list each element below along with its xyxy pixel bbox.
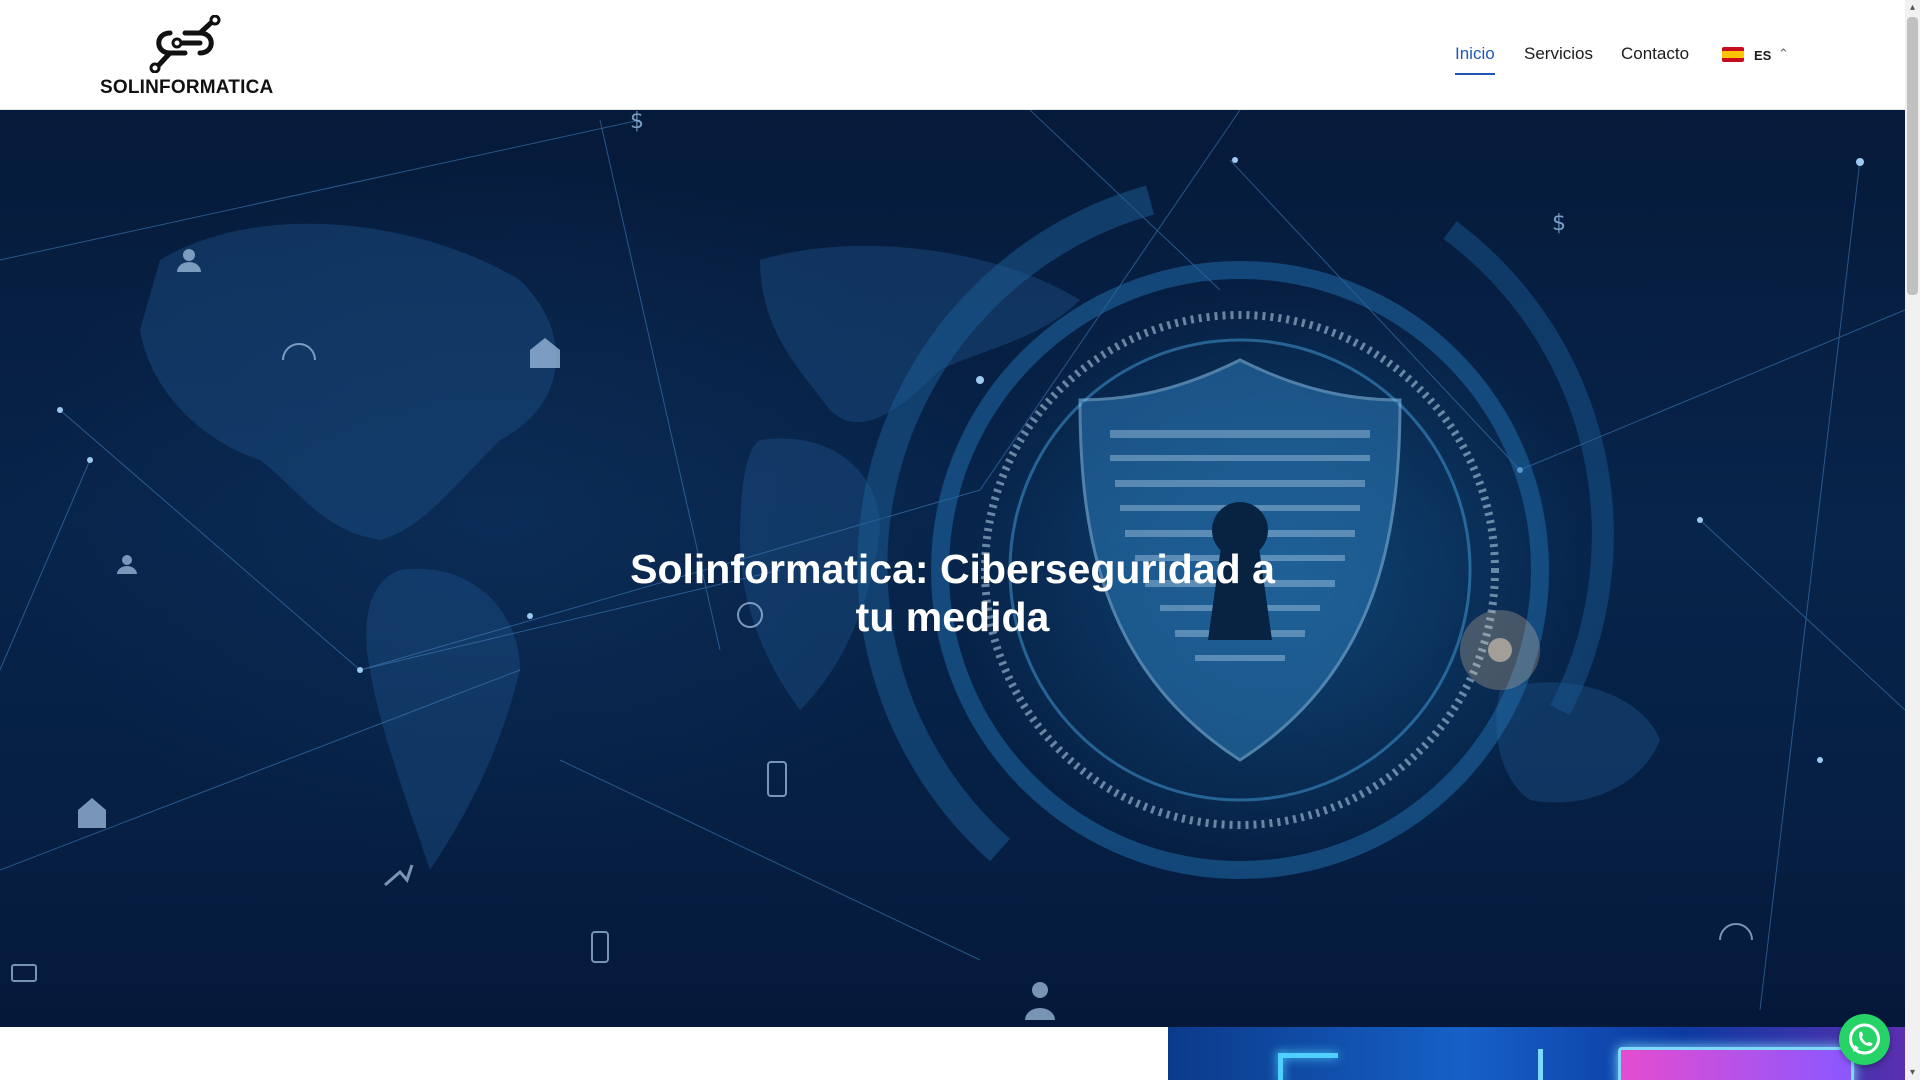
whatsapp-chat-button[interactable] <box>1839 1014 1890 1065</box>
hero-banner: $ $ Solinformatica: Ciberseguridad a tu … <box>0 110 1905 1027</box>
logo-wordmark: SOLINFORMATICA <box>100 77 274 98</box>
nav-item-servicios[interactable]: Servicios <box>1524 44 1593 64</box>
scroll-down-arrow-icon[interactable]: ▾ <box>1905 1065 1920 1080</box>
svg-text:$: $ <box>630 110 644 134</box>
scroll-up-arrow-icon[interactable]: ▴ <box>1905 0 1920 15</box>
nav-item-inicio[interactable]: Inicio <box>1455 44 1495 75</box>
site-logo[interactable]: SOLINFORMATICA <box>100 15 274 98</box>
whatsapp-icon <box>1849 1023 1880 1055</box>
hero-title: Solinformatica: Ciberseguridad a tu medi… <box>630 546 1275 641</box>
scrollbar-thumb[interactable] <box>1907 17 1918 295</box>
nav-item-contacto[interactable]: Contacto <box>1621 44 1689 64</box>
language-code: ES <box>1754 48 1772 63</box>
svg-text:$: $ <box>1552 211 1566 236</box>
spain-flag-icon <box>1722 47 1744 62</box>
chevron-up-icon: ⌃ <box>1778 46 1789 61</box>
logo-mark-icon <box>149 15 221 73</box>
services-illustration-image <box>1168 1027 1905 1080</box>
site-header: SOLINFORMATICA Inicio Servicios Contacto… <box>0 0 1905 110</box>
page-scrollbar[interactable]: ▴ ▾ <box>1905 0 1920 1080</box>
